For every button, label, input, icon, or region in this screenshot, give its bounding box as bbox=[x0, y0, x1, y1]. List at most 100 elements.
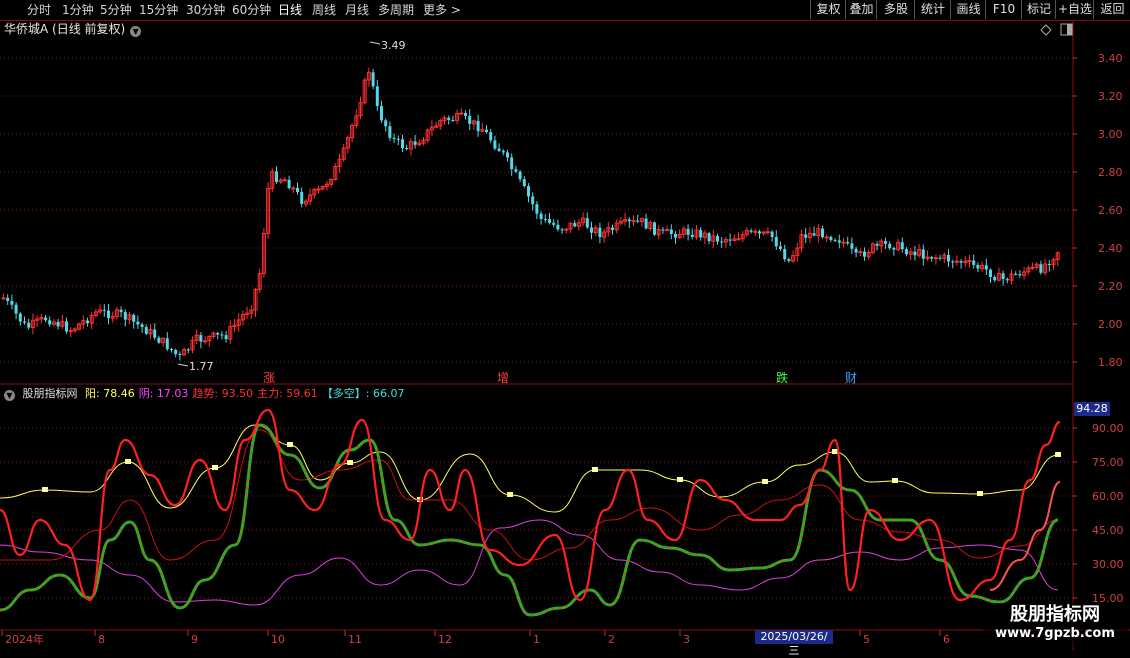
candle-body-141 bbox=[593, 227, 598, 234]
candle-body-31 bbox=[132, 314, 136, 322]
date-label-8: 3 bbox=[683, 633, 690, 646]
candle-body-87 bbox=[366, 71, 371, 81]
candle-body-89 bbox=[375, 86, 379, 107]
candle-body-227 bbox=[954, 260, 959, 263]
candle-body-196 bbox=[824, 236, 829, 239]
candle-body-176 bbox=[740, 234, 745, 240]
candle-body-211 bbox=[888, 243, 892, 249]
candle-body-159 bbox=[669, 229, 673, 234]
period-tab-7[interactable]: 周线 bbox=[312, 0, 336, 20]
period-tab-4[interactable]: 30分钟 bbox=[186, 0, 225, 20]
candle-body-140 bbox=[590, 227, 593, 233]
candle-body-41 bbox=[174, 349, 178, 355]
candle-body-212 bbox=[892, 248, 896, 250]
period-tab-1[interactable]: 1分钟 bbox=[62, 0, 94, 20]
candle-body-208 bbox=[875, 243, 879, 246]
toolbar-button-4[interactable]: 画线 bbox=[950, 0, 986, 19]
yang-dot-6 bbox=[507, 492, 513, 497]
toolbar-button-7[interactable]: +自选 bbox=[1055, 0, 1094, 19]
period-tab-3[interactable]: 15分钟 bbox=[139, 0, 178, 20]
candle-body-100 bbox=[421, 139, 426, 144]
candle-body-82 bbox=[345, 137, 350, 149]
candle-body-33 bbox=[140, 324, 144, 328]
price-tick-5: 2.40 bbox=[1098, 242, 1123, 255]
period-tab-9[interactable]: 多周期 bbox=[378, 0, 414, 20]
candle-body-74 bbox=[312, 188, 317, 196]
candle-body-34 bbox=[144, 327, 148, 334]
toolbar-button-6[interactable]: 标记 bbox=[1021, 0, 1056, 19]
candle-body-171 bbox=[720, 241, 724, 243]
ind-tick-0: 90.00 bbox=[1092, 422, 1124, 435]
price-tick-4: 2.60 bbox=[1098, 204, 1123, 217]
candle-body-8 bbox=[35, 318, 40, 321]
candle-body-250 bbox=[1051, 259, 1056, 266]
candle-body-0 bbox=[1, 297, 6, 300]
candle-body-182 bbox=[765, 231, 770, 234]
candle-body-187 bbox=[787, 259, 791, 261]
candle-body-153 bbox=[644, 218, 648, 229]
toolbar-button-5[interactable]: F10 bbox=[985, 0, 1022, 19]
candle-body-10 bbox=[44, 317, 47, 321]
period-tab-6[interactable]: 日线 bbox=[278, 0, 302, 20]
date-label-10: 6 bbox=[943, 633, 950, 646]
toolbar-button-2[interactable]: 多股 bbox=[876, 0, 915, 19]
candle-body-48 bbox=[203, 340, 208, 343]
toolbar-button-3[interactable]: 统计 bbox=[914, 0, 951, 19]
diamond-icon[interactable] bbox=[1040, 24, 1052, 36]
candle-body-54 bbox=[228, 326, 233, 340]
candle-body-102 bbox=[429, 126, 434, 131]
candle-body-101 bbox=[425, 129, 430, 141]
candle-body-58 bbox=[245, 312, 250, 315]
candle-body-154 bbox=[648, 221, 653, 229]
period-tab-0[interactable]: 分时 bbox=[27, 0, 51, 20]
toolbar-button-8[interactable]: 返回 bbox=[1093, 0, 1130, 19]
candle-body-88 bbox=[371, 72, 375, 87]
candle-body-203 bbox=[854, 248, 858, 253]
chevron-down-icon[interactable]: ▼ bbox=[4, 390, 15, 401]
candle-body-13 bbox=[56, 322, 60, 327]
candle-body-11 bbox=[48, 320, 52, 325]
candle-body-129 bbox=[543, 218, 547, 220]
candle-body-123 bbox=[518, 171, 522, 180]
chart-title: 华侨城A (日线 前复权) ▼ bbox=[4, 21, 142, 37]
candle-body-71 bbox=[300, 191, 304, 204]
candle-body-68 bbox=[287, 179, 291, 189]
candle-body-38 bbox=[161, 337, 166, 344]
yang-dot-3 bbox=[287, 442, 293, 447]
candle-body-73 bbox=[308, 194, 313, 202]
indicator-current-value: 94.28 bbox=[1074, 402, 1110, 416]
candle-body-225 bbox=[947, 254, 950, 262]
window-toggle-icon[interactable] bbox=[1060, 23, 1073, 36]
candle-body-128 bbox=[539, 213, 543, 219]
toolbar-button-0[interactable]: 复权 bbox=[810, 0, 846, 19]
candle-body-249 bbox=[1047, 263, 1051, 265]
candle-body-115 bbox=[485, 129, 488, 133]
candle-body-36 bbox=[153, 329, 157, 338]
period-tab-5[interactable]: 60分钟 bbox=[232, 0, 271, 20]
toolbar-button-1[interactable]: 叠加 bbox=[845, 0, 877, 19]
corner-icons-svg bbox=[1040, 23, 1073, 36]
candle-body-173 bbox=[728, 239, 732, 241]
candle-body-4 bbox=[18, 313, 22, 322]
candle-body-49 bbox=[207, 335, 212, 342]
candle-body-232 bbox=[976, 264, 980, 269]
candle-body-47 bbox=[199, 335, 203, 342]
price-tick-3: 2.80 bbox=[1098, 166, 1123, 179]
candle-body-65 bbox=[275, 171, 278, 182]
period-tab-10[interactable]: 更多 > bbox=[423, 0, 461, 20]
candle-body-70 bbox=[296, 187, 299, 192]
candle-body-184 bbox=[774, 236, 778, 247]
candle-body-46 bbox=[194, 334, 199, 341]
ind-tick-2: 60.00 bbox=[1092, 490, 1124, 503]
date-label-9: 5 bbox=[863, 633, 870, 646]
candle-body-246 bbox=[1034, 263, 1039, 268]
chevron-down-icon[interactable]: ▼ bbox=[130, 26, 142, 37]
period-tab-8[interactable]: 月线 bbox=[345, 0, 369, 20]
candle-body-50 bbox=[211, 332, 216, 337]
period-tab-2[interactable]: 5分钟 bbox=[100, 0, 132, 20]
candle-body-145 bbox=[611, 227, 614, 230]
candle-body-12 bbox=[51, 321, 56, 325]
candle-body-53 bbox=[224, 335, 228, 340]
candle-body-175 bbox=[736, 238, 741, 241]
candle-body-113 bbox=[476, 120, 480, 132]
